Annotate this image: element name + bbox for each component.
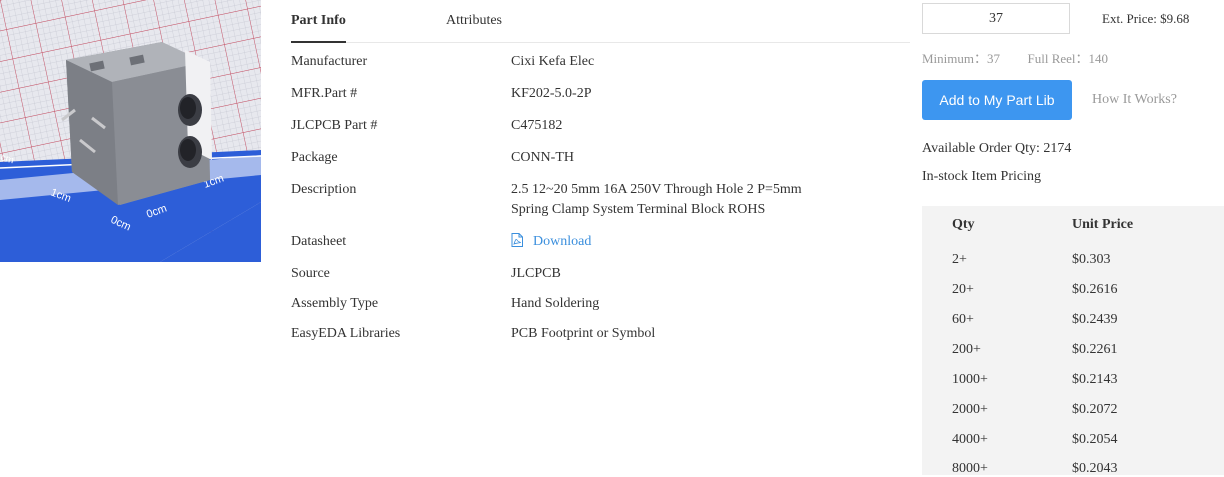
info-value: KF202-5.0-2P xyxy=(511,86,592,101)
minimum-info: Minimum：37 Full Reel：140 xyxy=(922,48,1108,67)
description-line-1: 2.5 12~20 5mm 16A 250V Through Hole 2 P=… xyxy=(511,182,802,197)
info-label: Manufacturer xyxy=(291,54,368,69)
price-row-price: $0.2439 xyxy=(1072,312,1118,327)
price-row-price: $0.2616 xyxy=(1072,282,1118,297)
price-row-price: $0.2054 xyxy=(1072,432,1118,447)
product-photo-graphic: 1cm 0cm 1cm 0cm cm xyxy=(0,0,261,262)
download-label[interactable]: Download xyxy=(533,234,591,249)
price-row-qty: 200+ xyxy=(952,342,981,357)
price-table-header-unit-price: Unit Price xyxy=(1072,217,1134,232)
tab-attributes[interactable]: Attributes xyxy=(446,13,502,29)
price-row-price: $0.2072 xyxy=(1072,402,1118,417)
full-reel-label: Full Reel： xyxy=(1027,51,1089,66)
price-row-price: $0.2261 xyxy=(1072,342,1118,357)
how-it-works-link[interactable]: How It Works? xyxy=(1092,92,1177,108)
price-row-qty: 60+ xyxy=(952,312,974,327)
easyeda-library-link[interactable]: PCB Footprint or Symbol xyxy=(511,324,891,344)
info-label: Package xyxy=(291,150,338,165)
info-label: Source xyxy=(291,266,330,281)
info-label: EasyEDA Libraries xyxy=(291,326,401,341)
quantity-input[interactable] xyxy=(922,3,1070,34)
info-label: Description xyxy=(291,182,357,197)
price-row-qty: 4000+ xyxy=(952,432,988,447)
price-row-price: $0.303 xyxy=(1072,252,1111,267)
price-row-qty: 2+ xyxy=(952,252,967,267)
tab-part-info[interactable]: Part Info xyxy=(291,13,346,29)
instock-pricing-title: In-stock Item Pricing xyxy=(922,169,1041,184)
price-row-price: $0.2143 xyxy=(1072,372,1118,387)
info-value: Hand Soldering xyxy=(511,296,600,311)
info-label: JLCPCB Part # xyxy=(291,118,378,133)
product-image[interactable]: 1cm 0cm 1cm 0cm cm xyxy=(0,0,261,262)
info-label: MFR.Part # xyxy=(291,86,358,101)
datasheet-download-link[interactable]: Download xyxy=(511,232,891,252)
info-value: 2.5 12~20 5mm 16A 250V Through Hole 2 P=… xyxy=(511,180,891,220)
minimum-value: 37 xyxy=(987,51,1001,66)
price-row-qty: 20+ xyxy=(952,282,974,297)
info-value: C475182 xyxy=(511,118,563,133)
tab-bar: Part Info Attributes xyxy=(291,0,910,43)
info-value: CONN-TH xyxy=(511,150,574,165)
ext-price: Ext. Price: $9.68 xyxy=(1102,11,1190,26)
info-label: Assembly Type xyxy=(291,296,379,311)
description-line-2: Spring Clamp System Terminal Block ROHS xyxy=(511,202,766,217)
price-row-qty: 1000+ xyxy=(952,372,988,387)
info-value: Cixi Kefa Elec xyxy=(511,54,595,69)
full-reel-value: 140 xyxy=(1088,51,1109,66)
minimum-label: Minimum： xyxy=(922,51,988,66)
available-order-qty: Available Order Qty: 2174 xyxy=(922,141,1072,156)
price-row-qty: 2000+ xyxy=(952,402,988,417)
pdf-icon xyxy=(511,233,523,247)
price-table-header-qty: Qty xyxy=(952,217,975,232)
info-label: Datasheet xyxy=(291,234,347,249)
price-table: Qty Unit Price 2+ $0.303 20+ $0.2616 60+… xyxy=(922,206,1224,476)
add-to-part-lib-button[interactable]: Add to My Part Lib xyxy=(922,80,1072,120)
active-tab-indicator xyxy=(291,41,346,43)
info-value: JLCPCB xyxy=(511,266,561,281)
